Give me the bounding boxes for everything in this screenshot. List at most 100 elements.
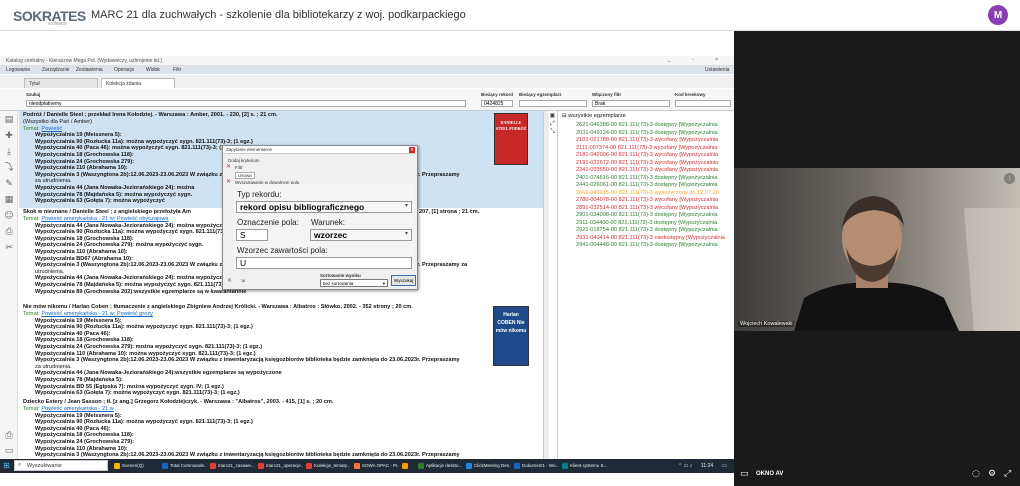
- taskbar-app[interactable]: Dokument1 - Wo...: [513, 461, 559, 471]
- copy-item[interactable]: 2941-004448-00 821.111(73)-3 dostępny [W…: [558, 242, 734, 250]
- wzorzec-input[interactable]: U: [236, 257, 412, 269]
- biezacy-rekord-input[interactable]: 0424825: [481, 100, 513, 107]
- taskbar-app[interactable]: ClickMeeting Des...: [465, 461, 511, 471]
- fullscreen-icon[interactable]: ⤢: [1004, 469, 1011, 479]
- book-cover-coben[interactable]: Harlan COBEN Nie mów nikomu: [493, 306, 529, 366]
- notifications-icon[interactable]: ▭: [722, 461, 727, 471]
- copy-item[interactable]: 2931-040414-00 821.111(73)-3 niedostępny…: [558, 235, 734, 243]
- tray-icons[interactable]: ⌃ ▭ ♪: [678, 461, 692, 471]
- document-icon[interactable]: ▦: [4, 195, 14, 205]
- search-icon: ⌕: [18, 461, 22, 468]
- usuwa-button[interactable]: Usuwa: [235, 172, 255, 179]
- settings-icon[interactable]: ⚙: [988, 469, 996, 479]
- typ-rekordu-label: Typ rekordu:: [237, 190, 282, 199]
- remove-criterion-icon[interactable]: ✕: [226, 179, 232, 185]
- sortowanie-select[interactable]: bez sortowania ▾: [320, 279, 388, 287]
- copy-item[interactable]: 2241-033650-00 821.111(73)-3 wycofany [W…: [558, 167, 734, 175]
- av-window-label[interactable]: OKNO AV: [756, 471, 783, 477]
- menu-zarzadzanie[interactable]: Zarządzanie: [42, 67, 70, 73]
- copy-item[interactable]: 2191-032672-00 821.111(73)-3 wycofany [W…: [558, 160, 734, 168]
- taskbar-app[interactable]: SOWA OPAC - Pr...: [353, 461, 399, 471]
- user-avatar[interactable]: M: [988, 5, 1008, 25]
- taskbar-app[interactable]: [401, 461, 415, 471]
- copy-item[interactable]: 2891-032514-00 821.111(73)-3 wycofany [W…: [558, 205, 734, 213]
- import-icon[interactable]: ⤵: [4, 163, 14, 173]
- download-icon[interactable]: ⤓: [4, 147, 14, 157]
- copy-item[interactable]: 2401-074616-00 821.111(73)-3 dostępny [W…: [558, 175, 734, 183]
- print-icon[interactable]: ⎙: [4, 227, 14, 237]
- tab-tytul[interactable]: Tytuł: [24, 78, 98, 88]
- szukaj-input[interactable]: nieodpłatnemy: [26, 100, 466, 107]
- menu-zestawienia[interactable]: Zestawienia: [76, 67, 103, 73]
- typ-rekordu-select[interactable]: rekord opisu bibliograficznego ▾: [236, 201, 412, 213]
- record-row[interactable]: Nie mów nikomu / Harlan Coben ; tłumacze…: [19, 303, 543, 397]
- meeting-window: SOKRATES software MARC 21 dla zuchwałych…: [0, 0, 1020, 486]
- topic-link[interactable]: Powieść amerykańska - 21 w: [41, 406, 113, 412]
- copy-item[interactable]: 2780-004078-00 821.111(73)-3 wycofany [W…: [558, 197, 734, 205]
- taskbar-search[interactable]: ⌕ Wyszukiwanie: [14, 460, 108, 471]
- record-row[interactable]: Dziecko Estery / Jean Sasson ; tł. [z an…: [19, 398, 543, 459]
- menu-filtr[interactable]: Filtr: [173, 67, 181, 73]
- taskbar-app[interactable]: marc21_operacje...: [257, 461, 303, 471]
- taskbar-app[interactable]: Kolekcje_tematy...: [305, 461, 351, 471]
- copy-item[interactable]: 2441-026061-00 821.111(73)-3 dostępny [W…: [558, 182, 734, 190]
- copy-item[interactable]: 2031-049124-00 821.111(73)-3 dostępny [W…: [558, 130, 734, 138]
- move-down-icon[interactable]: ⇲: [241, 278, 245, 284]
- oznaczenie-input[interactable]: S: [236, 229, 268, 241]
- chevron-down-icon: ▾: [404, 230, 408, 237]
- add-icon[interactable]: ✚: [4, 131, 14, 141]
- records-scrollbar[interactable]: [543, 111, 549, 459]
- dodaj-kryterium[interactable]: Dodaj kryterium: [228, 158, 260, 163]
- topic-link[interactable]: Powieść: [41, 126, 62, 132]
- menu-ustawienia[interactable]: Ustawienia: [705, 67, 729, 73]
- taskbar-app[interactable]: Total Commande...: [161, 461, 207, 471]
- window-controls[interactable]: _ ▫ ×: [668, 57, 728, 63]
- kod-input[interactable]: [675, 100, 731, 107]
- warunek-select[interactable]: wzorzec ▾: [310, 229, 412, 241]
- topic-link[interactable]: Powieść amerykańska - 21 w; Powieść obyc…: [41, 216, 168, 222]
- copy-item[interactable]: 2911-034400-00 821.111(73)-3 dostępny [W…: [558, 220, 734, 228]
- monitor-icon[interactable]: ▭: [4, 446, 14, 456]
- taskbar-app[interactable]: marc21_zasawe...: [209, 461, 255, 471]
- collapse-icon[interactable]: ⤡: [549, 128, 556, 136]
- printer-icon[interactable]: ⎙: [4, 431, 14, 441]
- copy-item[interactable]: 2101-021788-00 821.111(73)-3 wycofany [W…: [558, 137, 734, 145]
- copy-item[interactable]: 2111-007374-00 821.111(73)-3 wycofany [W…: [558, 145, 734, 153]
- taskbar-app[interactable]: Scenen(Q): [113, 461, 159, 471]
- menu-operacje[interactable]: Operacje: [114, 67, 134, 73]
- copy-item[interactable]: 2661-043215-00 821.111(73)-3 wypożyczony…: [558, 190, 734, 198]
- edit-icon[interactable]: ✎: [4, 179, 14, 189]
- camera-options-icon[interactable]: ⋮: [1004, 173, 1015, 184]
- remove-filter-icon[interactable]: ✕: [226, 164, 232, 170]
- copy-item[interactable]: 2181-042006-00 821.111(73)-3 wycofany [W…: [558, 152, 734, 160]
- chat-icon[interactable]: ◌: [972, 469, 980, 479]
- wyszukaj-button[interactable]: Wyszukaj: [391, 275, 416, 286]
- copy-item[interactable]: 2921-018754-00 821.111(73)-3 dostępny [W…: [558, 227, 734, 235]
- biezacy-egz-input[interactable]: [519, 100, 587, 107]
- expand-icon[interactable]: ⤢: [549, 120, 556, 128]
- tab-kolekcja[interactable]: Kolekcja zdania: [101, 78, 175, 88]
- topic-link[interactable]: Powieść amerykańska - 21 w; Powieść groz…: [41, 311, 153, 317]
- copy-item[interactable]: 2901-034098-00 821.111(73)-3 dostępny [W…: [558, 212, 734, 220]
- record-title-head: Skok w nieznane / Danielle Steel ; z ang…: [23, 209, 191, 215]
- tools-icon[interactable]: ✂: [4, 243, 14, 253]
- holding-line: Wypożyczalnia 18 (Grochowska 118):: [35, 337, 134, 344]
- taskbar-app[interactable]: Klient systemu S...: [561, 461, 607, 471]
- new-record-icon[interactable]: ▤: [4, 115, 14, 125]
- av-window-icon[interactable]: ▭: [740, 469, 749, 479]
- holding-line: Wypożyczalnia 40 (Paca 46):: [35, 330, 111, 337]
- app-icon: [306, 463, 312, 469]
- menu-widok[interactable]: Widok: [146, 67, 160, 73]
- windows-start-icon[interactable]: ⊞: [3, 461, 12, 470]
- taskbar-app[interactable]: Aplikacje deskto...: [417, 461, 463, 471]
- filtr-input[interactable]: Brak: [592, 100, 670, 107]
- dialog-close-icon[interactable]: ×: [409, 147, 415, 153]
- copy-item[interactable]: 2621-046388-00 821.111(73)-3 dostępny [W…: [558, 122, 734, 130]
- pin-icon[interactable]: ▣: [549, 112, 556, 120]
- windows-taskbar: ⊞ ⌕ Wyszukiwanie Scenen(Q) Total Commande…: [0, 459, 734, 473]
- user-icon[interactable]: ☺: [4, 211, 14, 221]
- move-up-icon[interactable]: ⇱: [228, 278, 232, 284]
- tree-root[interactable]: ⊟ wszystkie egzemplarze: [558, 111, 734, 122]
- menu-logowanie[interactable]: Logowanie: [6, 67, 30, 73]
- book-cover-steel[interactable]: DANIELLE STEEL PODRÓŻ: [494, 113, 528, 165]
